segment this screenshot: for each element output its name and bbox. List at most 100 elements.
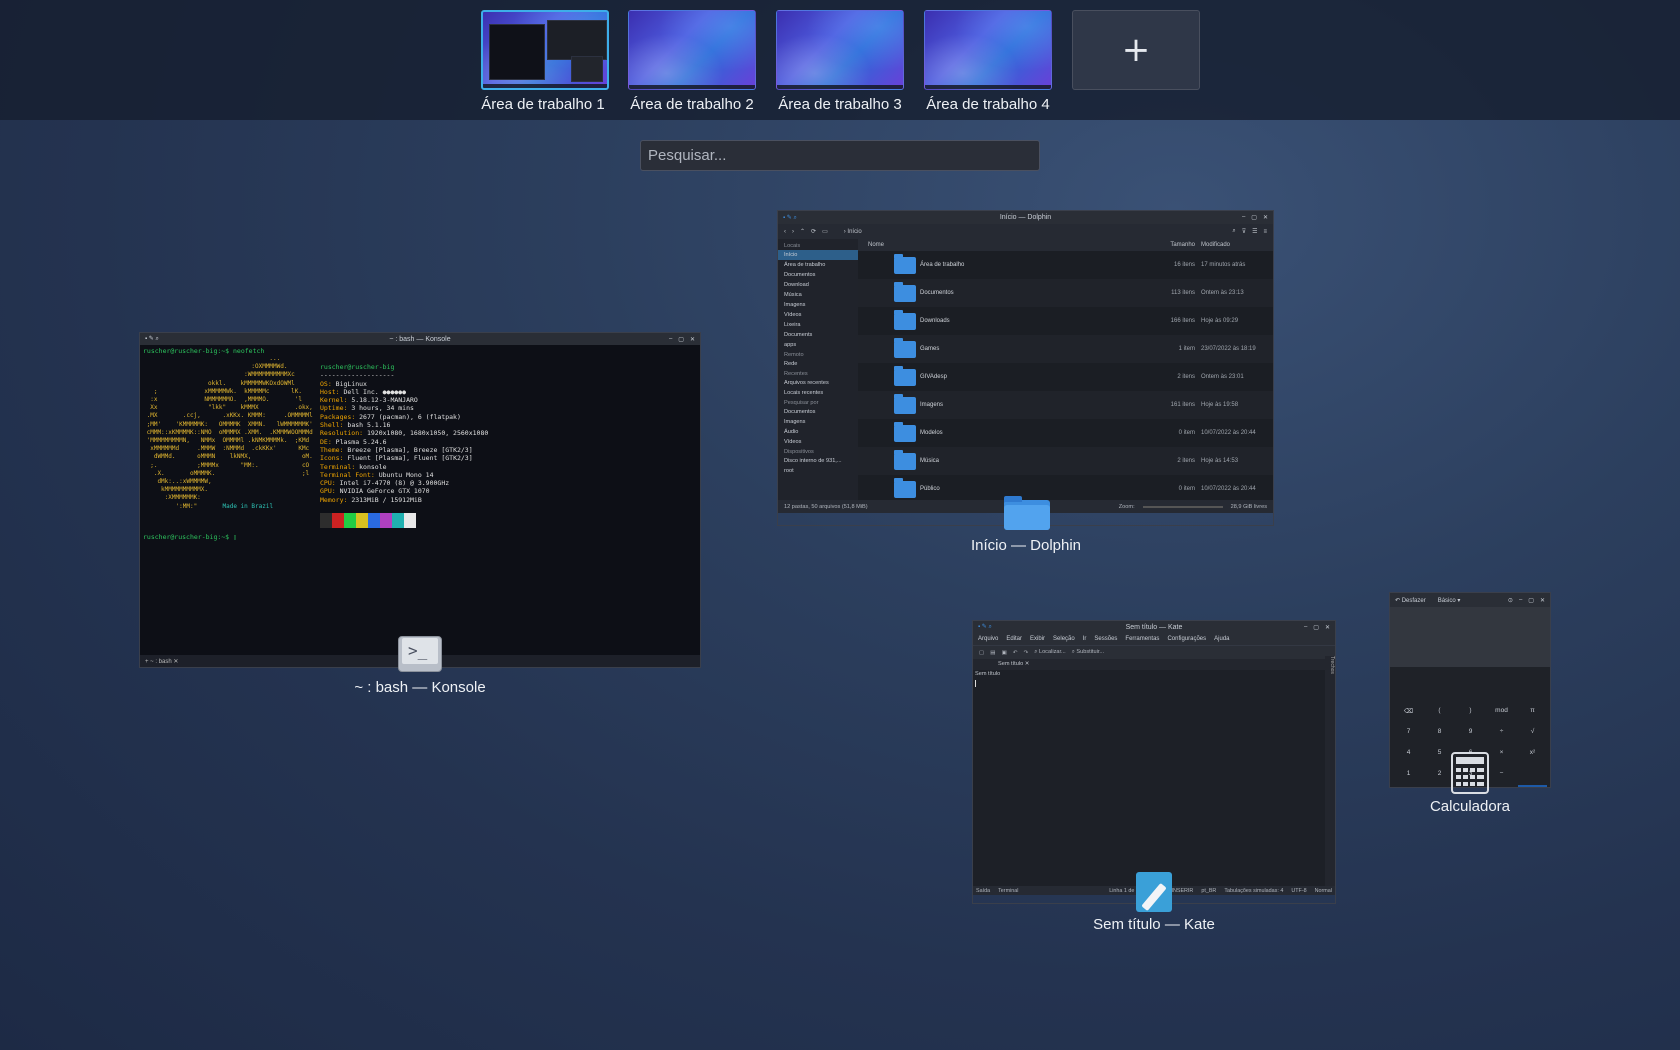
breadcrumb-item[interactable]: Início [847,229,861,235]
file-row[interactable]: GIVAdesp 2 itens Ontem às 23:01 [858,363,1273,391]
file-row[interactable]: Games 1 item 23/07/2022 às 18:19 [858,335,1273,363]
places-item[interactable]: Rede [778,359,858,369]
calculator-key[interactable]: 4 [1394,743,1423,762]
split-icon[interactable]: ▭ [822,228,828,235]
menu-item[interactable]: Seleção [1053,636,1075,642]
calculator-key[interactable]: ) [1456,701,1485,720]
kate-tab-bar[interactable]: Sem título ✕ [973,659,1335,670]
places-item[interactable]: Documentos [778,407,858,417]
add-desktop-button[interactable]: + [1072,10,1200,90]
file-row[interactable]: Documentos 113 itens Ontem às 23:13 [858,279,1273,307]
forward-icon[interactable]: › [792,229,794,235]
menu-item[interactable]: Exibir [1030,636,1045,642]
back-icon[interactable]: ‹ [784,229,786,235]
search-input[interactable]: Pesquisar... [640,140,1040,171]
menu-item[interactable]: Ir [1083,636,1087,642]
calculator-key[interactable]: 1 [1394,764,1423,783]
calculator-key[interactable]: ⌫ [1394,701,1423,720]
status-item[interactable]: UTF-8 [1291,888,1306,894]
places-item[interactable]: Locais recentes [778,388,858,398]
menu-item[interactable]: Ajuda [1214,636,1229,642]
calculator-key[interactable]: 2 [1425,764,1454,783]
calculator-key[interactable]: ( [1425,701,1454,720]
places-item[interactable]: Imagens [778,417,858,427]
new-icon[interactable]: ▢ [979,650,984,656]
kate-window-thumbnail[interactable]: ▪ ✎ ⌕ Sem título — Kate – ▢ ✕ Arquivo Edita… [972,620,1336,904]
calculator-key[interactable]: mod [1487,701,1516,720]
refresh-icon[interactable]: ⟳ [811,228,816,235]
places-item[interactable]: Download [778,280,858,290]
search-icon[interactable]: ⌕ [1232,228,1235,235]
calculator-key[interactable]: 8 [1425,722,1454,741]
file-row[interactable]: Público 0 item 10/07/2022 às 20:44 [858,475,1273,503]
places-item[interactable]: Documentos [778,270,858,280]
places-item[interactable]: Disco interno de 931,... [778,456,858,466]
zoom-slider[interactable] [1142,505,1223,508]
calculator-key[interactable]: − [1487,764,1516,783]
file-row[interactable]: Imagens 161 itens Hoje às 19:58 [858,391,1273,419]
undo-icon[interactable]: ↶ [1013,650,1018,656]
breadcrumb[interactable]: › Início [844,229,862,235]
replace-button[interactable]: ⌕ Substituir... [1072,649,1104,656]
filter-icon[interactable]: ⊽ [1242,228,1246,235]
places-item[interactable]: Vídeos [778,437,858,447]
calculator-key[interactable]: + [1487,785,1516,787]
konsole-window-thumbnail[interactable]: ▪ ✎ ⌕ ~ : bash — Konsole – ▢ ✕ ruscher@rus… [139,332,701,668]
places-item[interactable]: Área de trabalho [778,260,858,270]
mode-select[interactable]: Básico ▾ [1438,597,1461,604]
save-icon[interactable]: ▣ [1002,650,1007,656]
desktop-thumbnail-2[interactable] [628,10,756,90]
up-icon[interactable]: ⌃ [800,228,805,235]
places-item[interactable]: Áudio [778,427,858,437]
calculator-key[interactable]: √ [1518,722,1547,741]
desktop-thumbnail-1[interactable] [481,10,609,90]
status-item[interactable]: Tabulações simuladas: 4 [1224,888,1283,894]
calculator-key[interactable]: x² [1518,743,1547,762]
calculator-key[interactable]: . [1425,785,1454,787]
menu-item[interactable]: Sessões [1094,636,1117,642]
calculator-key[interactable]: = [1518,785,1547,787]
menu-icon[interactable]: ≡ [1263,229,1267,235]
status-item[interactable]: pt_BR [1201,888,1216,894]
places-item[interactable]: Início [778,250,858,260]
dolphin-window-thumbnail[interactable]: ▪ ✎ ⌕ Início — Dolphin – ▢ ✕ ‹ › ⌃ ⟳ ▭ › I… [777,210,1274,526]
desktop-thumbnail-4[interactable] [924,10,1052,90]
file-row[interactable]: Música 2 itens Hoje às 14:53 [858,447,1273,475]
open-icon[interactable]: ▤ [990,650,995,656]
redo-icon[interactable]: ↷ [1024,650,1029,656]
desktop-thumbnail-3[interactable] [776,10,904,90]
snippets-side-tab[interactable]: Trechos [1325,656,1335,886]
places-item[interactable]: Arquivos recentes [778,378,858,388]
calculator-key[interactable]: × [1487,743,1516,762]
places-item[interactable]: Música [778,290,858,300]
calculator-key[interactable]: π [1518,701,1547,720]
menu-item[interactable]: Configurações [1167,636,1206,642]
calculator-key[interactable]: 9 [1456,722,1485,741]
places-item[interactable]: Imagens [778,300,858,310]
calculator-key[interactable]: 7 [1394,722,1423,741]
file-row[interactable]: Área de trabalho 16 itens 17 minutos atrás [858,251,1273,279]
view-icon[interactable]: ☰ [1252,228,1257,235]
menu-item[interactable]: Ferramentas [1125,636,1159,642]
calculator-key[interactable] [1518,764,1547,783]
undo-button[interactable]: ↶ Desfazer [1395,597,1426,604]
menu-item[interactable]: Arquivo [978,636,998,642]
kate-editor[interactable]: Sem título Trechos [973,656,1335,886]
calculator-key[interactable]: ÷ [1487,722,1516,741]
column-size[interactable]: Tamanho [1141,242,1195,248]
konsole-tab[interactable]: ~ : bash [150,659,172,665]
places-item[interactable]: root [778,466,858,476]
column-name[interactable]: Nome [858,242,1141,248]
file-row[interactable]: Modelos 0 item 10/07/2022 às 20:44 [858,419,1273,447]
places-item[interactable]: Vídeos [778,310,858,320]
find-button[interactable]: ⌕ Localizar... [1034,649,1065,656]
terminal-tab[interactable]: Terminal [998,888,1018,894]
output-tab[interactable]: Saída [976,888,990,894]
column-modified[interactable]: Modificado [1195,242,1273,248]
status-item[interactable]: Normal [1315,888,1332,894]
calculator-key[interactable]: 5 [1425,743,1454,762]
places-item[interactable]: Lixeira [778,320,858,330]
file-row[interactable]: Downloads 166 itens Hoje às 09:29 [858,307,1273,335]
kate-tab[interactable]: Sem título [998,661,1023,667]
calculator-key[interactable]: 0 [1394,785,1423,787]
